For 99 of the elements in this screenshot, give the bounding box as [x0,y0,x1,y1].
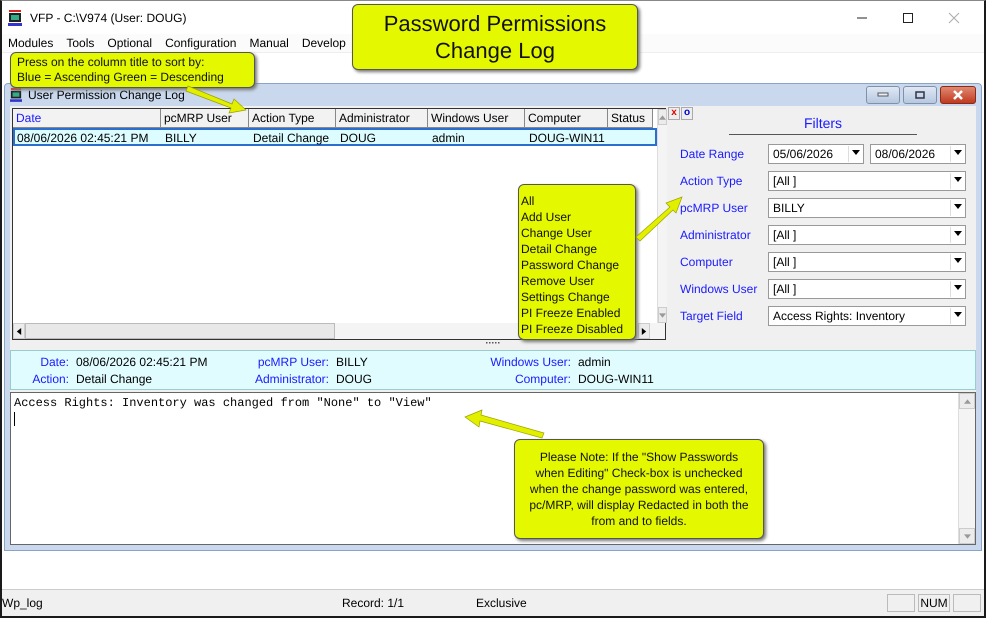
minimize-button[interactable] [866,86,900,104]
app-icon [10,88,22,102]
action-type-item: Settings Change [521,289,611,305]
status-pane [953,594,981,612]
menu-item[interactable]: Manual [249,36,289,50]
detail-label: Computer: [514,372,571,386]
status-record: Record: 1/1 [342,596,406,610]
table-cell: admin [432,131,465,145]
callout-text: Press on the column title to sort by: [17,55,206,70]
menu-item[interactable]: Tools [66,36,94,50]
column-header[interactable]: Date [13,109,161,128]
action-type-item: Password Change [521,257,620,273]
table-cell: DOUG [340,131,376,145]
detail-label: Windows User: [489,354,571,368]
restore-icon [914,91,926,99]
option-button[interactable]: o [681,107,693,120]
callout-text: Password Permissions [384,10,606,37]
dropdown-arrow-icon [954,231,962,236]
close-button[interactable] [940,86,976,104]
app-icon [8,10,22,26]
detail-value: Detail Change [76,372,152,386]
dropdown-arrow-icon [954,177,962,182]
detail-label: Date: [39,354,69,368]
table-row[interactable]: 08/06/2026 02:45:21 PM BILLY Detail Change DOUG admin DOUG-WIN11 [13,128,657,146]
filter-dropdown[interactable]: 05/06/2026 [768,144,864,164]
column-header[interactable]: pcMRP User [161,109,249,128]
filter-label: Administrator [680,228,752,242]
status-pane [887,594,915,612]
menu-item[interactable]: Configuration [165,36,236,50]
maximize-icon[interactable] [902,12,914,24]
filter-dropdown[interactable]: 08/06/2026 [870,144,966,164]
detail-value: admin [578,354,611,368]
column-header[interactable]: Computer [525,109,608,128]
filter-dropdown[interactable]: [All ] [768,279,966,299]
arrow-icon [964,534,970,538]
filter-label: Windows User [680,282,758,296]
table-cell: DOUG-WIN11 [529,131,605,145]
table-cell: BILLY [165,131,197,145]
detail-value: BILLY [336,354,368,368]
restore-button[interactable] [903,86,937,104]
column-header[interactable]: Windows User [428,109,525,128]
action-type-item: Change User [521,225,593,241]
arrow-icon [964,398,970,404]
action-type-item: All [521,193,536,209]
detail-value: DOUG-WIN11 [578,372,654,386]
action-type-item: Remove User [521,273,596,289]
action-type-item: PI Freeze Disabled [521,321,624,337]
dropdown-arrow-icon [852,150,860,155]
num-indicator: NUM [918,594,950,612]
filter-label: Computer [680,255,734,269]
menu-item[interactable]: Modules [8,36,54,50]
window-title: VFP - C:\V974 (User: DOUG) [30,10,186,24]
filter-dropdown[interactable]: BILLY [768,198,966,218]
filter-label: Date Range [680,147,746,161]
menu-item[interactable]: Optional [107,36,152,50]
filter-dropdown[interactable]: [All ] [768,171,966,191]
detail-value: DOUG [336,372,372,386]
action-type-item: Add User [521,209,572,225]
scrollbar-thumb[interactable] [25,323,335,339]
detail-label: Administrator: [254,372,329,386]
arrow-icon [659,312,666,318]
memo-text: Access Rights: Inventory was changed from "None" to "View" [14,396,433,410]
column-header[interactable]: Administrator [336,109,428,128]
arrow-icon [659,114,666,120]
close-icon [952,90,964,100]
detail-label: pcMRP User: [256,354,329,368]
callout-text: Blue = Ascending Green = Descending [17,70,225,85]
clear-button[interactable]: x [668,107,680,120]
filter-label: Action Type [680,174,744,188]
dropdown-arrow-icon [954,204,962,209]
scroll-button[interactable] [13,323,25,339]
detail-value: 08/06/2026 02:45:21 PM [76,354,208,368]
status-table: Wp_log [2,596,342,610]
column-header[interactable]: Status [608,109,653,128]
minimize-icon [877,92,889,98]
note-text: Please Note: If the "Show Passwords when Editing" Check-box is unchecked when the change password was entered, pc/MRP, will display Redacted in both the from and to fields. [528,449,750,529]
arrow-icon [641,328,647,334]
column-header[interactable]: Action Type [249,109,336,128]
dropdown-arrow-icon [954,312,962,317]
filters-title: Filters [802,115,844,131]
callout-text: Change Log [435,37,555,64]
action-type-item: PI Freeze Enabled [521,305,622,321]
filter-dropdown[interactable]: Access Rights: Inventory [768,306,966,326]
scroll-button[interactable] [638,323,650,339]
dropdown-arrow-icon [954,150,962,155]
dropdown-arrow-icon [954,285,962,290]
arrow-icon [16,328,22,334]
action-type-item: Detail Change [521,241,598,257]
filter-dropdown[interactable]: [All ] [768,252,966,272]
status-mode: Exclusive [476,596,528,610]
menu-item[interactable]: Develop [302,36,346,50]
detail-label: Action: [31,372,69,386]
child-window-title: User Permission Change Log [28,88,185,102]
table-cell: Detail Change [253,131,330,145]
filter-label: Target Field [680,309,744,323]
filter-dropdown[interactable]: [All ] [768,225,966,245]
filter-label: pcMRP User [680,201,749,215]
dropdown-arrow-icon [954,258,962,263]
table-cell: 08/06/2026 02:45:21 PM [17,131,148,145]
